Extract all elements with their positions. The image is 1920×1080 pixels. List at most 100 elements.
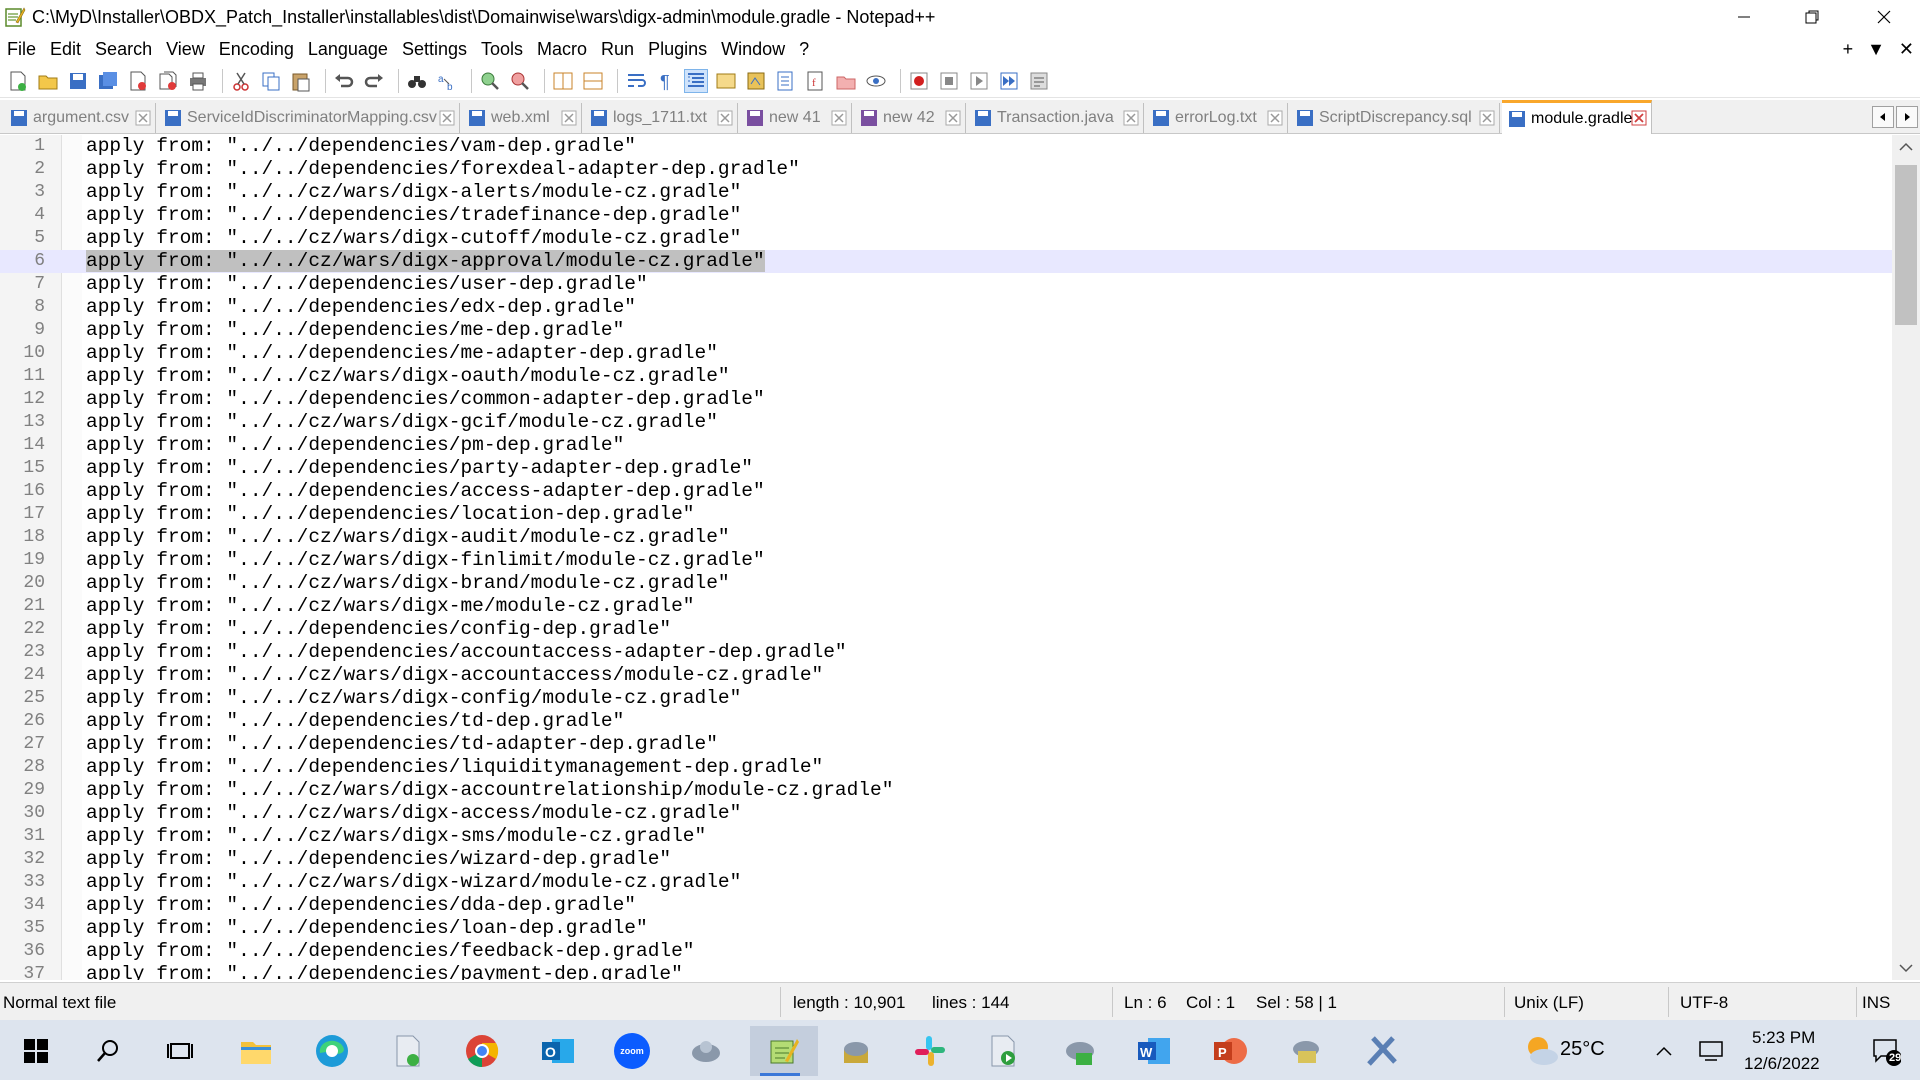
zoom-out-button[interactable] xyxy=(508,69,532,93)
function-list-button[interactable]: f xyxy=(804,69,828,93)
save-button[interactable] xyxy=(66,69,90,93)
indent-guide-button[interactable] xyxy=(684,69,708,93)
editor-line[interactable]: 21apply from: "../../cz/wars/digx-me/mod… xyxy=(0,595,1892,618)
word-wrap-button[interactable] xyxy=(624,69,648,93)
notification-center-button[interactable]: 29 xyxy=(1856,1026,1916,1076)
network-tray-button[interactable] xyxy=(1692,1026,1732,1076)
folder-as-workspace-button[interactable] xyxy=(834,69,858,93)
open-file-button[interactable] xyxy=(36,69,60,93)
tab-web-xml[interactable]: web.xml xyxy=(462,103,582,133)
editor-line[interactable]: 25apply from: "../../cz/wars/digx-config… xyxy=(0,687,1892,710)
close-tab-icon[interactable] xyxy=(1631,110,1647,126)
editor-line[interactable]: 29apply from: "../../cz/wars/digx-accoun… xyxy=(0,779,1892,802)
paste-button[interactable] xyxy=(289,69,313,93)
editor-line[interactable]: 34apply from: "../../dependencies/dda-de… xyxy=(0,894,1892,917)
tab-transaction-java[interactable]: Transaction.java xyxy=(968,103,1144,133)
editor-line[interactable]: 4apply from: "../../dependencies/tradefi… xyxy=(0,204,1892,227)
editor-line[interactable]: 37apply from: "../../dependencies/paymen… xyxy=(0,963,1892,980)
editor-line[interactable]: 12apply from: "../../dependencies/common… xyxy=(0,388,1892,411)
editor-line[interactable]: 32apply from: "../../dependencies/wizard… xyxy=(0,848,1892,871)
editor-line[interactable]: 35apply from: "../../dependencies/loan-d… xyxy=(0,917,1892,940)
redo-button[interactable] xyxy=(362,69,386,93)
editor-line[interactable]: 31apply from: "../../cz/wars/digx-sms/mo… xyxy=(0,825,1892,848)
drive-app-taskbar-button[interactable] xyxy=(378,1026,438,1076)
edge-taskbar-button[interactable] xyxy=(302,1026,362,1076)
tab-new-42[interactable]: new 42 xyxy=(854,103,966,133)
editor-line[interactable]: 27apply from: "../../dependencies/td-ada… xyxy=(0,733,1892,756)
editor-line[interactable]: 28apply from: "../../dependencies/liquid… xyxy=(0,756,1892,779)
record-macro-button[interactable] xyxy=(907,69,931,93)
undo-button[interactable] xyxy=(332,69,356,93)
clock-time[interactable]: 5:23 PM xyxy=(1752,1028,1815,1048)
editor-line[interactable]: 13apply from: "../../cz/wars/digx-gcif/m… xyxy=(0,411,1892,434)
close-window-button[interactable] xyxy=(1850,0,1918,34)
close-all-button[interactable] xyxy=(156,69,180,93)
copy-button[interactable] xyxy=(259,69,283,93)
find-button[interactable] xyxy=(405,69,429,93)
menu-macro[interactable]: Macro xyxy=(530,39,594,60)
menu-file[interactable]: File xyxy=(0,39,43,60)
print-button[interactable] xyxy=(186,69,210,93)
editor-line[interactable]: 3apply from: "../../cz/wars/digx-alerts/… xyxy=(0,181,1892,204)
tab-scroll-left-button[interactable] xyxy=(1872,106,1894,128)
user-defined-language-button[interactable] xyxy=(714,69,738,93)
editor-line[interactable]: 24apply from: "../../cz/wars/digx-accoun… xyxy=(0,664,1892,687)
file-explorer-taskbar-button[interactable] xyxy=(226,1026,286,1076)
app-taskbar-button-5[interactable] xyxy=(1352,1026,1412,1076)
menu-edit[interactable]: Edit xyxy=(43,39,88,60)
menu-search[interactable]: Search xyxy=(88,39,159,60)
cut-button[interactable] xyxy=(229,69,253,93)
menu-language[interactable]: Language xyxy=(301,39,395,60)
editor-line[interactable]: 7apply from: "../../dependencies/user-de… xyxy=(0,273,1892,296)
tab-logs-txt[interactable]: logs_1711.txt xyxy=(584,103,738,133)
close-tab-icon[interactable] xyxy=(561,110,577,126)
tab-new-41[interactable]: new 41 xyxy=(740,103,852,133)
close-tab-icon[interactable] xyxy=(135,110,151,126)
editor-line[interactable]: 19apply from: "../../cz/wars/digx-finlim… xyxy=(0,549,1892,572)
new-tab-plus-button[interactable]: + xyxy=(1843,39,1854,60)
zoom-in-button[interactable] xyxy=(478,69,502,93)
tab-errorlog-txt[interactable]: errorLog.txt xyxy=(1146,103,1288,133)
show-hidden-icons-button[interactable] xyxy=(1646,1026,1682,1076)
show-all-chars-button[interactable]: ¶ xyxy=(654,69,678,93)
menu-window[interactable]: Window xyxy=(714,39,792,60)
editor-line[interactable]: 15apply from: "../../dependencies/party-… xyxy=(0,457,1892,480)
scroll-down-button[interactable] xyxy=(1892,956,1920,980)
outlook-taskbar-button[interactable]: O xyxy=(528,1026,588,1076)
close-file-button[interactable] xyxy=(126,69,150,93)
status-eol-format[interactable]: Unix (LF) xyxy=(1514,993,1584,1013)
tab-list-dropdown-button[interactable]: ▼ xyxy=(1867,39,1885,60)
editor-line[interactable]: 5apply from: "../../cz/wars/digx-cutoff/… xyxy=(0,227,1892,250)
search-button[interactable] xyxy=(78,1026,138,1076)
editor-line[interactable]: 20apply from: "../../cz/wars/digx-brand/… xyxy=(0,572,1892,595)
media-app-taskbar-button[interactable] xyxy=(974,1026,1034,1076)
menu-view[interactable]: View xyxy=(159,39,212,60)
minimize-button[interactable] xyxy=(1710,0,1778,34)
menu-encoding[interactable]: Encoding xyxy=(212,39,301,60)
editor-line[interactable]: 8apply from: "../../dependencies/edx-dep… xyxy=(0,296,1892,319)
editor-line[interactable]: 36apply from: "../../dependencies/feedba… xyxy=(0,940,1892,963)
tab-scroll-right-button[interactable] xyxy=(1896,106,1918,128)
powerpoint-taskbar-button[interactable]: P xyxy=(1200,1026,1260,1076)
close-tab-icon[interactable] xyxy=(1479,110,1495,126)
menu-run[interactable]: Run xyxy=(594,39,641,60)
run-macro-multiple-button[interactable] xyxy=(997,69,1021,93)
replace-button[interactable]: ab xyxy=(435,69,459,93)
close-tab-icon[interactable] xyxy=(945,110,961,126)
app-taskbar-button-1[interactable] xyxy=(676,1026,736,1076)
editor-line[interactable]: 11apply from: "../../cz/wars/digx-oauth/… xyxy=(0,365,1892,388)
task-view-button[interactable] xyxy=(150,1026,210,1076)
tab-module-gradle[interactable]: module.gradle xyxy=(1502,100,1652,134)
tab-scriptdiscrepancy-sql[interactable]: ScriptDiscrepancy.sql xyxy=(1290,103,1500,133)
status-encoding[interactable]: UTF-8 xyxy=(1680,993,1728,1013)
notepadpp-taskbar-button[interactable] xyxy=(750,1026,818,1076)
save-macro-button[interactable] xyxy=(1027,69,1051,93)
editor-line[interactable]: 23apply from: "../../dependencies/accoun… xyxy=(0,641,1892,664)
editor-line[interactable]: 26apply from: "../../dependencies/td-dep… xyxy=(0,710,1892,733)
restore-button[interactable] xyxy=(1778,0,1846,34)
zoom-taskbar-button[interactable]: zoom xyxy=(602,1026,662,1076)
text-editor[interactable]: 1apply from: "../../dependencies/vam-dep… xyxy=(0,135,1892,980)
chrome-taskbar-button[interactable] xyxy=(452,1026,512,1076)
menu-tools[interactable]: Tools xyxy=(474,39,530,60)
slack-taskbar-button[interactable] xyxy=(900,1026,960,1076)
